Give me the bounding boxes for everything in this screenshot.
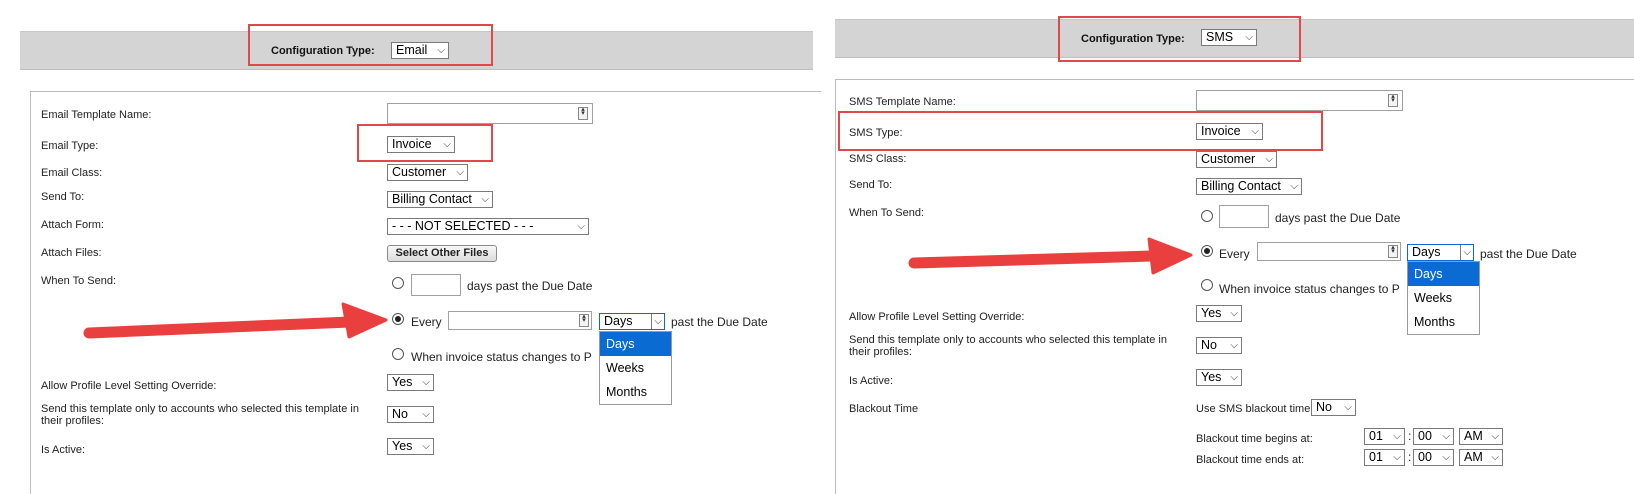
right-arrow-head [1147,237,1193,275]
red-arrow-icon [83,237,1193,339]
right-arrow-shaft [908,250,1158,269]
left-arrow-head [341,302,388,339]
left-arrow-shaft [83,316,356,339]
